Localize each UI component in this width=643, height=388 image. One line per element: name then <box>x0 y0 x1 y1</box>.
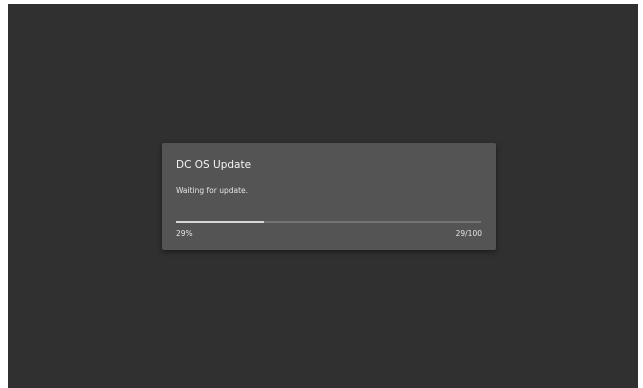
progress-bar <box>176 221 481 223</box>
update-screen: DC OS Update Waiting for update. 29% 29/… <box>8 4 638 388</box>
dialog-title: DC OS Update <box>176 159 252 171</box>
progress-fill <box>176 221 265 223</box>
update-dialog: DC OS Update Waiting for update. 29% 29/… <box>162 143 496 250</box>
status-message: Waiting for update. <box>176 186 249 195</box>
progress-percent: 29% <box>176 229 193 238</box>
progress-count: 29/100 <box>455 229 482 238</box>
